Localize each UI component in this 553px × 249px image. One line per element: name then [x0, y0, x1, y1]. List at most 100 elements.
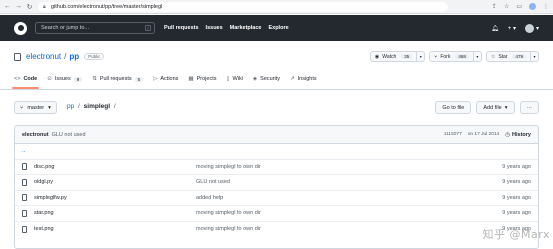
tab-pull-requests[interactable]: ⇅ Pull requests 5	[92, 73, 144, 85]
user-menu[interactable]: ▾	[524, 23, 539, 33]
file-icon	[22, 194, 27, 202]
latest-commit-bar: electronut GLU not used 1115077 on 17 Ju…	[15, 126, 538, 144]
browser-menu-icon[interactable]: ⋮	[543, 3, 549, 10]
breadcrumb-repo-link[interactable]: pp	[67, 103, 74, 110]
file-name-link[interactable]: test.png	[34, 226, 196, 232]
nav-explore[interactable]: Explore	[268, 25, 288, 31]
kebab-icon: ···	[526, 104, 533, 111]
tab-insights[interactable]: ↗ Insights	[290, 73, 317, 85]
tab-wiki[interactable]: ▯ Wiki	[227, 73, 243, 85]
file-name-link[interactable]: disc.png	[34, 164, 196, 170]
commit-message-link[interactable]: GLU not used	[52, 132, 86, 138]
breadcrumb-current: simplegl	[83, 103, 111, 110]
tab-label: Security	[260, 76, 281, 82]
branch-icon: ⑂	[20, 104, 24, 111]
reload-icon[interactable]: ↻	[25, 2, 34, 12]
watermark: 知乎 @Marx	[482, 228, 550, 241]
file-listing: electronut GLU not used 1115077 on 17 Ju…	[14, 125, 539, 249]
star-count: 479	[512, 54, 526, 59]
add-file-button[interactable]: Add file ▾	[476, 101, 515, 114]
file-icon	[22, 163, 27, 171]
bookmark-star-icon[interactable]: ☆	[504, 3, 509, 10]
more-options-button[interactable]: ···	[519, 101, 539, 114]
file-icon	[22, 209, 27, 217]
avatar	[524, 23, 534, 33]
parent-directory-row[interactable]: ..	[15, 144, 538, 160]
nav-issues[interactable]: Issues	[206, 25, 223, 31]
bell-icon[interactable]: 🔔︎	[491, 25, 499, 32]
file-age: 9 years ago	[502, 179, 531, 186]
breadcrumb-separator: /	[78, 103, 80, 110]
file-age: 9 years ago	[502, 194, 531, 201]
repo-name-link[interactable]: pp	[69, 52, 79, 61]
star-button[interactable]: ☆ Star 479 ▾	[485, 51, 539, 62]
tab-count: 5	[134, 76, 144, 82]
repo-tabs: <> Code ⊙ Issues 9 ⇅ Pull requests 5 ▷ A…	[11, 73, 317, 89]
search-shortcut-key: /	[145, 25, 151, 31]
file-name-link[interactable]: star.png	[34, 210, 196, 216]
forward-icon[interactable]: →	[14, 2, 23, 12]
watch-button[interactable]: ◉ Watch 35 ▾	[369, 51, 426, 62]
chevron-down-icon: ▾	[48, 104, 51, 111]
fork-icon: ⑂	[434, 53, 438, 60]
file-commit-message-link[interactable]: moving simplegl to own dir	[196, 226, 261, 232]
tab-code[interactable]: <> Code	[11, 73, 40, 89]
repo-title: electronut / pp Public	[14, 52, 105, 61]
chevron-down-icon[interactable]: ▾	[472, 52, 481, 61]
tab-security[interactable]: ◈ Security	[253, 73, 280, 85]
commit-author-link[interactable]: electronut	[22, 132, 49, 138]
github-logo-icon[interactable]	[14, 21, 27, 35]
sidebar-icon[interactable]: ▭	[516, 3, 522, 10]
file-name-link[interactable]: simpleglfw.py	[34, 195, 196, 201]
tab-label: Projects	[196, 76, 217, 82]
profile-avatar[interactable]	[529, 3, 536, 10]
chevron-down-icon: ▾	[504, 104, 508, 111]
watch-count: 35	[401, 54, 413, 59]
share-icon[interactable]: ⇪	[492, 3, 497, 10]
chevron-down-icon[interactable]: ▾	[530, 52, 538, 61]
file-commit-message-link[interactable]: moving simplegl to own dir	[196, 210, 261, 216]
file-commit-message-link[interactable]: added help	[196, 195, 223, 201]
go-to-file-button[interactable]: Go to file	[435, 101, 472, 114]
repo-icon	[14, 52, 21, 61]
watch-label: Watch	[382, 53, 397, 60]
tab-label: Code	[23, 76, 38, 82]
history-link[interactable]: ◷ History	[505, 132, 531, 138]
file-row: test.png moving simplegl to own dir 9 ye…	[15, 222, 538, 238]
commit-date: on 17 Jul 2014	[467, 132, 500, 137]
book-icon: ▯	[226, 76, 230, 82]
address-bar[interactable]: 🔒︎ github.com/electronut/pp/tree/master/…	[38, 1, 448, 12]
tab-issues[interactable]: ⊙ Issues 9	[47, 73, 83, 85]
graph-icon: ↗	[290, 76, 295, 82]
search-input[interactable]: Search or jump to... /	[35, 22, 155, 34]
repo-owner-link[interactable]: electronut	[26, 52, 61, 61]
star-label: Star	[498, 53, 508, 60]
star-icon: ☆	[490, 53, 496, 60]
back-icon[interactable]: ←	[3, 2, 12, 12]
tab-label: Issues	[54, 76, 71, 82]
header-nav: Pull requests Issues Marketplace Explore	[164, 25, 289, 31]
create-new-button[interactable]: + ▾	[508, 25, 516, 32]
tab-label: Pull requests	[99, 76, 132, 82]
nav-pull-requests[interactable]: Pull requests	[164, 25, 199, 31]
branch-selector[interactable]: ⑂ master ▾	[14, 101, 57, 114]
table-icon: ▦	[188, 76, 194, 82]
plus-icon: +	[507, 25, 512, 32]
commit-hash-link[interactable]: 1115077	[444, 132, 462, 137]
nav-marketplace[interactable]: Marketplace	[230, 25, 262, 31]
chevron-down-icon[interactable]: ▾	[416, 52, 424, 61]
file-commit-message-link[interactable]: moving simplegl to own dir	[196, 164, 261, 170]
parent-directory-link[interactable]: ..	[22, 148, 25, 154]
file-commit-message-link[interactable]: GLU not used	[196, 179, 230, 185]
tab-projects[interactable]: ▦ Projects	[188, 73, 216, 85]
fork-button[interactable]: ⑂ Fork 468 ▾	[429, 51, 482, 62]
file-name-link[interactable]: oldgl.py	[34, 179, 196, 185]
tab-actions[interactable]: ▷ Actions	[153, 73, 178, 85]
url-text: github.com/electronut/pp/tree/master/sim…	[51, 3, 163, 10]
tab-label: Insights	[297, 76, 317, 82]
branch-name: master	[27, 104, 45, 111]
history-label: History	[512, 131, 531, 138]
tab-label: Actions	[160, 76, 179, 82]
issue-icon: ⊙	[47, 76, 52, 82]
file-age: 9 years ago	[502, 163, 531, 170]
